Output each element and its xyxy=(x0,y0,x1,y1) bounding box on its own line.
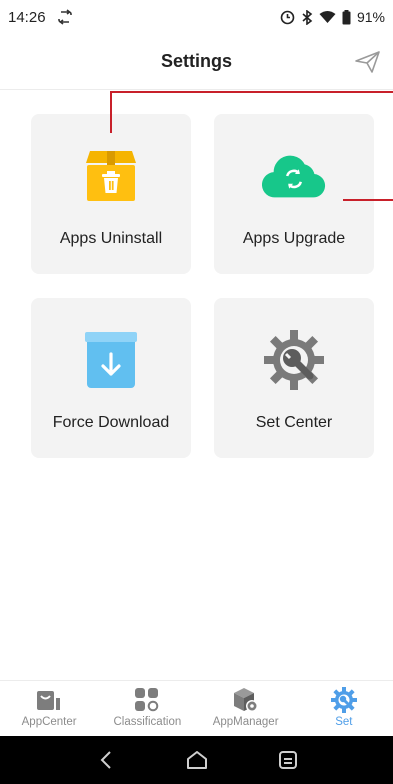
back-icon[interactable] xyxy=(86,740,126,780)
tab-appcenter[interactable]: AppCenter xyxy=(0,681,98,737)
bottom-tab-bar: AppCenter Classification AppManager Set xyxy=(0,680,393,736)
appcenter-icon xyxy=(36,687,62,713)
settings-grid: Apps Uninstall Apps Upgrade Force Downlo… xyxy=(0,90,393,680)
home-icon[interactable] xyxy=(177,740,217,780)
wifi-icon xyxy=(319,11,336,23)
box-trash-icon xyxy=(79,144,143,208)
tab-set[interactable]: Set xyxy=(295,681,393,737)
appmanager-icon xyxy=(233,687,259,713)
force-download-card[interactable]: Force Download xyxy=(31,298,191,458)
annotation-line xyxy=(110,91,393,93)
set-gear-icon xyxy=(330,687,357,713)
system-navigation-bar xyxy=(0,736,393,784)
classification-icon xyxy=(134,687,160,713)
tab-set-label: Set xyxy=(335,716,353,728)
force-download-label: Force Download xyxy=(52,414,170,431)
battery-icon xyxy=(342,9,351,24)
tab-classification-label: Classification xyxy=(113,716,182,728)
tab-appcenter-label: AppCenter xyxy=(21,716,77,728)
annotation-line xyxy=(343,199,393,201)
recents-icon[interactable] xyxy=(268,740,308,780)
page-title: Settings xyxy=(160,51,232,71)
tab-classification[interactable]: Classification xyxy=(98,681,196,737)
gear-wrench-icon xyxy=(262,328,326,392)
set-center-label: Set Center xyxy=(255,414,333,431)
tab-appmanager-label: AppManager xyxy=(212,716,279,728)
apps-uninstall-card[interactable]: Apps Uninstall xyxy=(31,114,191,274)
status-time: 14:26 xyxy=(8,8,46,26)
cloud-refresh-icon xyxy=(262,144,326,208)
sync-icon xyxy=(57,9,72,25)
clock-icon xyxy=(280,10,295,24)
apps-upgrade-card[interactable]: Apps Upgrade xyxy=(214,114,374,274)
status-bar: 14:26 91% xyxy=(0,0,393,34)
set-center-card[interactable]: Set Center xyxy=(214,298,374,458)
apps-uninstall-label: Apps Uninstall xyxy=(59,230,163,247)
send-icon[interactable] xyxy=(355,50,381,74)
app-header: Settings xyxy=(0,34,393,90)
tab-appmanager[interactable]: AppManager xyxy=(197,681,295,737)
annotation-line xyxy=(110,91,112,133)
apps-upgrade-label: Apps Upgrade xyxy=(242,230,346,247)
bluetooth-icon xyxy=(302,9,313,25)
battery-level: 91% xyxy=(356,9,385,25)
download-box-icon xyxy=(79,328,143,392)
